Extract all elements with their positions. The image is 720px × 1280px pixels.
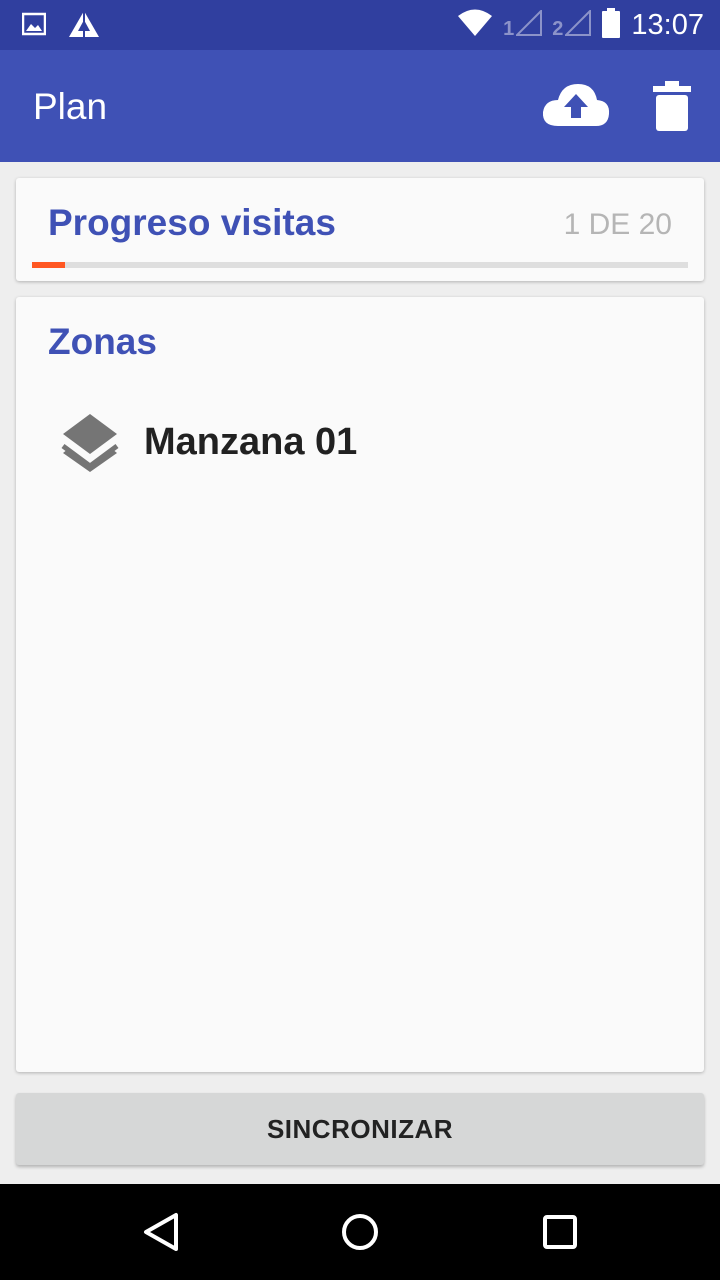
progress-bar bbox=[32, 262, 688, 268]
zonas-card: Zonas Manzana 01 bbox=[16, 297, 704, 1072]
layers-icon bbox=[60, 412, 120, 472]
home-button[interactable] bbox=[336, 1208, 384, 1256]
upload-button[interactable] bbox=[540, 78, 612, 134]
sim2-signal: 2 bbox=[552, 8, 592, 41]
signal-icon bbox=[564, 8, 592, 41]
sim1-signal: 1 bbox=[503, 8, 543, 41]
progress-count: 1 DE 20 bbox=[563, 208, 672, 241]
status-time: 13:07 bbox=[631, 8, 704, 41]
sync-button[interactable]: SINCRONIZAR bbox=[16, 1093, 704, 1165]
image-icon bbox=[21, 12, 47, 41]
back-button[interactable] bbox=[138, 1208, 186, 1256]
progress-card: Progreso visitas 1 DE 20 bbox=[16, 178, 704, 281]
sim1-label: 1 bbox=[503, 17, 515, 40]
delete-icon bbox=[648, 81, 696, 138]
battery-icon bbox=[601, 7, 621, 43]
progress-title: Progreso visitas bbox=[48, 202, 336, 243]
page-title: Plan bbox=[33, 86, 108, 127]
home-icon bbox=[336, 1214, 384, 1260]
sim2-label: 2 bbox=[552, 17, 564, 40]
zonas-title: Zonas bbox=[48, 321, 157, 362]
wifi-icon bbox=[457, 9, 493, 42]
recents-icon bbox=[536, 1215, 584, 1260]
cloud-upload-icon bbox=[540, 84, 612, 138]
zone-label: Manzana 01 bbox=[144, 420, 358, 463]
status-bar: 1 2 13:07 bbox=[0, 0, 720, 50]
back-icon bbox=[138, 1213, 186, 1260]
navigation-bar bbox=[0, 1184, 720, 1280]
list-item[interactable]: Manzana 01 bbox=[60, 407, 660, 477]
signal-icon bbox=[514, 8, 543, 41]
delete-button[interactable] bbox=[648, 78, 696, 134]
app-notification-icon bbox=[68, 10, 100, 43]
recents-button[interactable] bbox=[536, 1208, 584, 1256]
progress-fill bbox=[32, 262, 65, 268]
app-bar: Plan bbox=[0, 50, 720, 162]
